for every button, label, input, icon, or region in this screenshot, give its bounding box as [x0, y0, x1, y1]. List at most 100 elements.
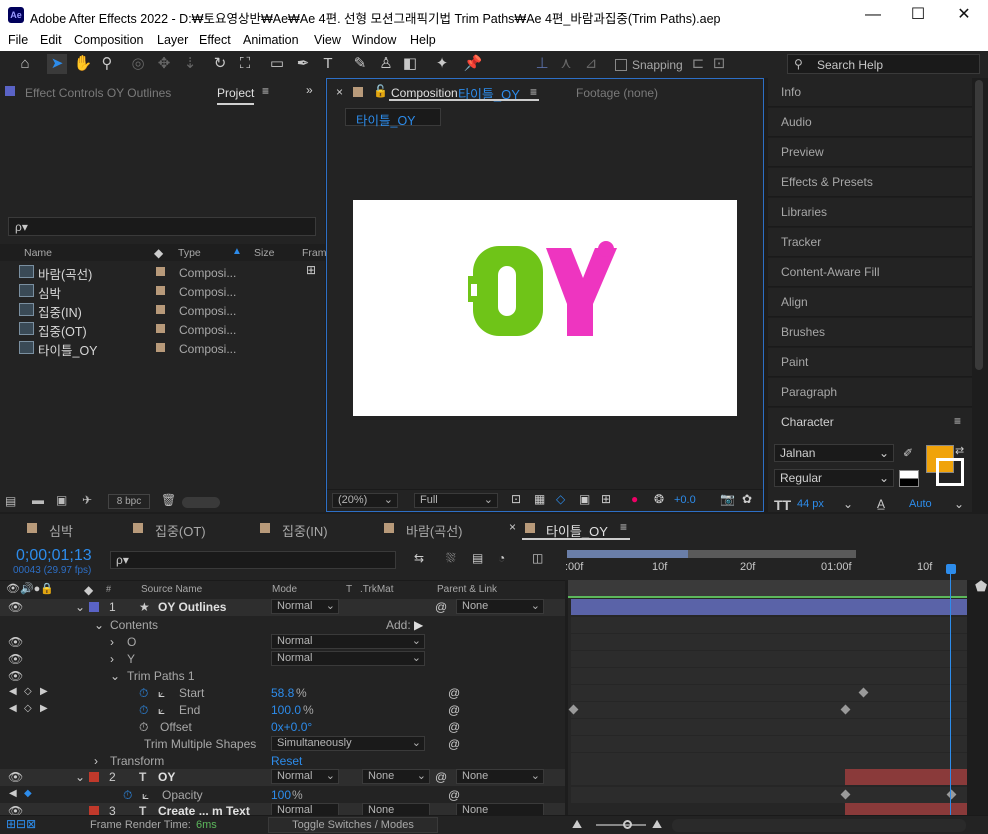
start-value[interactable]: 58.8	[271, 686, 294, 700]
font-family-dropdown[interactable]: Jalnan ⌄	[774, 444, 894, 462]
trash-icon[interactable]: 🗑	[161, 493, 176, 507]
visibility-icon[interactable]: 👁	[8, 770, 23, 784]
twirl-closed-icon[interactable]: ›	[94, 754, 98, 768]
selection-tool-icon[interactable]: ➤	[47, 54, 67, 74]
grid-icon[interactable]: ⊞	[601, 492, 611, 506]
work-area-range[interactable]	[567, 550, 688, 558]
show-channel-icon[interactable]: ✿	[742, 492, 752, 506]
twirl-closed-icon[interactable]: ›	[110, 652, 114, 666]
clone-stamp-icon[interactable]: ♙	[376, 54, 396, 74]
twirl-open-icon[interactable]: ⌄	[75, 600, 85, 614]
toggle-switches-modes-button[interactable]: Toggle Switches / Modes	[268, 817, 438, 833]
align-panel[interactable]: Align	[768, 288, 972, 317]
menu-layer[interactable]: Layer	[157, 33, 188, 47]
brush-tool-icon[interactable]: ✎	[350, 54, 370, 74]
graph-icon[interactable]: ⟀	[158, 703, 165, 718]
project-item[interactable]: 집중(IN) Composi...	[0, 301, 325, 320]
zoom-tool-icon[interactable]: ⚲	[97, 54, 117, 74]
source-name-col[interactable]: Source Name	[141, 584, 202, 595]
stopwatch-icon[interactable]: ⏱	[123, 788, 132, 803]
offset-property-row[interactable]: ⏱ Offset 0x+0.0° @	[0, 719, 565, 736]
graph-icon[interactable]: ⟀	[142, 788, 149, 803]
visibility-icon[interactable]: 👁	[8, 600, 23, 614]
av-features-icons[interactable]: 👁🔊●🔒	[6, 582, 54, 595]
current-timecode[interactable]: 0;00;01;13	[16, 547, 92, 565]
end-value[interactable]: 100.0	[271, 703, 301, 717]
snapshot-icon[interactable]: 📷	[720, 492, 735, 506]
group-o-mode-dropdown[interactable]: Normal ⌄	[271, 634, 425, 649]
motion-blur-icon[interactable]: ◔	[498, 551, 505, 565]
group-y-row[interactable]: 👁 › Y Normal ⌄	[0, 651, 565, 668]
menu-effect[interactable]: Effect	[199, 33, 231, 47]
label-column-icon[interactable]: ◆	[84, 583, 93, 597]
preview-panel[interactable]: Preview	[768, 138, 972, 167]
transparency-grid-icon[interactable]: ▦	[534, 492, 545, 506]
tab-effect-controls[interactable]: Effect Controls OY Outlines	[25, 86, 171, 100]
visibility-icon[interactable]: 👁	[8, 652, 23, 666]
font-size-chevron-icon[interactable]: ⌄	[843, 497, 853, 511]
comp-tab-prefix[interactable]: Composition	[391, 86, 458, 100]
add-keyframe-icon[interactable]: ◇	[24, 703, 32, 714]
expression-pickwhip-icon[interactable]: @	[448, 703, 460, 717]
guides-icon[interactable]: ▣	[579, 492, 590, 506]
menu-help[interactable]: Help	[410, 33, 436, 47]
pan-camera-icon[interactable]: ✥	[154, 54, 174, 74]
project-item[interactable]: 바람(곡선) Composi... ⊞	[0, 263, 325, 282]
expression-pickwhip-icon[interactable]: @	[448, 737, 460, 751]
new-folder-icon[interactable]: ▬	[32, 493, 44, 507]
prev-keyframe-icon[interactable]: ◀	[9, 703, 17, 714]
type-tool-icon[interactable]: T	[318, 54, 338, 74]
trim-multiple-row[interactable]: Trim Multiple Shapes Simultaneously ⌄ @	[0, 736, 565, 753]
twirl-open-icon[interactable]: ⌄	[110, 669, 120, 683]
blend-mode-dropdown[interactable]: Normal ⌄	[271, 599, 339, 614]
trkmat-dropdown[interactable]: None ⌄	[362, 769, 430, 784]
trim-multiple-dropdown[interactable]: Simultaneously ⌄	[271, 736, 425, 751]
composition-canvas[interactable]	[353, 200, 737, 416]
twirl-open-icon[interactable]: ⌄	[75, 770, 85, 784]
graph-editor-icon[interactable]: ◫	[532, 551, 543, 565]
timeline-tab[interactable]: 집중(IN)	[282, 521, 328, 540]
project-search-input[interactable]: ρ▾	[8, 217, 316, 236]
layer-2-bar[interactable]	[845, 769, 967, 785]
t-col[interactable]: T	[346, 584, 352, 595]
opacity-property-row[interactable]: ◀ ◆ ⏱ ⟀ Opacity 100 % @	[0, 787, 565, 804]
reset-link[interactable]: Reset	[271, 754, 302, 768]
twirl-open-icon[interactable]: ⌄	[94, 618, 104, 632]
menu-view[interactable]: View	[314, 33, 341, 47]
expression-pickwhip-icon[interactable]: @	[448, 720, 460, 734]
stroke-color-swatch[interactable]	[936, 458, 964, 486]
layer-name[interactable]: OY Outlines	[158, 600, 226, 614]
comp-subtab[interactable]: 타이틀_OY	[345, 108, 441, 128]
font-size-value[interactable]: 44 px	[797, 498, 824, 510]
new-composition-icon[interactable]: ▣	[56, 493, 67, 507]
rectangle-tool-icon[interactable]: ▭	[267, 54, 287, 74]
exposure-value[interactable]: +0.0	[674, 494, 696, 506]
view-axis-icon[interactable]: ⊿	[581, 54, 601, 74]
parent-dropdown[interactable]: None ⌄	[456, 599, 544, 614]
visibility-icon[interactable]: 👁	[8, 804, 23, 815]
project-item[interactable]: 심박 Composi...	[0, 282, 325, 301]
zoom-out-icon[interactable]: ⛰	[572, 817, 582, 832]
zoom-slider[interactable]	[596, 824, 646, 826]
menu-animation[interactable]: Animation	[243, 33, 299, 47]
layer-label-swatch[interactable]	[89, 772, 99, 782]
bpc-button[interactable]: 8 bpc	[108, 494, 150, 509]
info-panel[interactable]: Info	[768, 78, 972, 107]
timeline-tab[interactable]: 심박	[49, 521, 73, 540]
minimize-icon[interactable]: —	[862, 4, 884, 26]
home-icon[interactable]: ⌂	[15, 54, 35, 74]
project-item[interactable]: 집중(OT) Composi...	[0, 320, 325, 339]
timeline-v-scroll[interactable]	[970, 600, 986, 814]
close-tab-icon[interactable]: ×	[336, 85, 343, 99]
end-property-row[interactable]: ◀ ◇ ▶ ⏱ ⟀ End 100.0 % @	[0, 702, 565, 719]
layer-3-bar[interactable]	[845, 803, 967, 815]
layer-label-swatch[interactable]	[89, 602, 99, 612]
close-tab-icon[interactable]: ×	[509, 520, 516, 534]
tracker-panel[interactable]: Tracker	[768, 228, 972, 257]
pen-tool-icon[interactable]: ✒	[293, 54, 313, 74]
swap-colors-icon[interactable]: ⇄	[955, 444, 964, 457]
search-help-field[interactable]: ⚲ Search Help	[787, 54, 980, 74]
col-frame[interactable]: Fram	[302, 247, 327, 259]
project-settings-icon[interactable]: ✈	[82, 493, 92, 507]
lock-icon[interactable]: 🔓	[373, 84, 388, 98]
